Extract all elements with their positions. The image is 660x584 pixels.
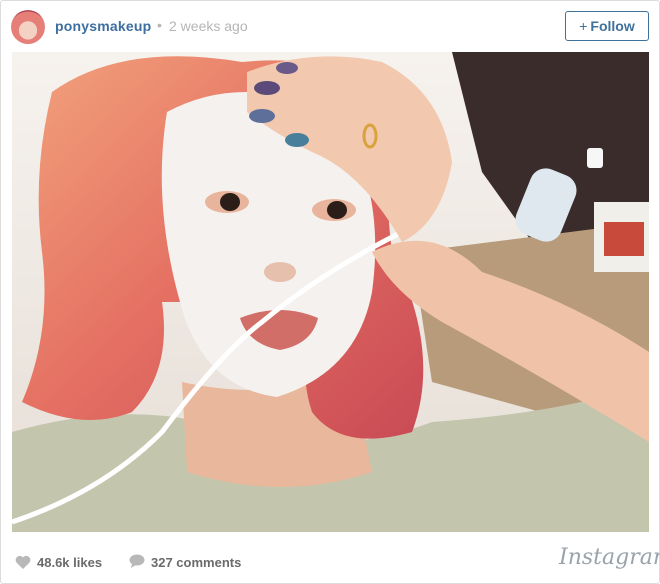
post-header: ponysmakeup • 2 weeks ago + Follow xyxy=(1,1,659,53)
post-footer: 48.6k likes 327 comments Instagram xyxy=(1,541,660,583)
heart-icon[interactable] xyxy=(15,555,31,569)
instagram-logo[interactable]: Instagram xyxy=(559,545,660,570)
speech-bubble-icon[interactable] xyxy=(129,554,145,568)
follow-button[interactable]: + Follow xyxy=(565,11,649,41)
follow-label: Follow xyxy=(590,18,635,34)
separator-dot: • xyxy=(157,17,162,33)
avatar[interactable] xyxy=(11,10,45,44)
post-photo[interactable] xyxy=(12,52,649,532)
plus-icon: + xyxy=(579,18,588,34)
username-link[interactable]: ponysmakeup xyxy=(55,18,151,34)
comments-count[interactable]: 327 comments xyxy=(151,555,241,570)
instagram-post-card: ponysmakeup • 2 weeks ago + Follow 48.6k… xyxy=(0,0,660,584)
likes-count[interactable]: 48.6k likes xyxy=(37,555,102,570)
post-timestamp[interactable]: 2 weeks ago xyxy=(169,18,248,34)
